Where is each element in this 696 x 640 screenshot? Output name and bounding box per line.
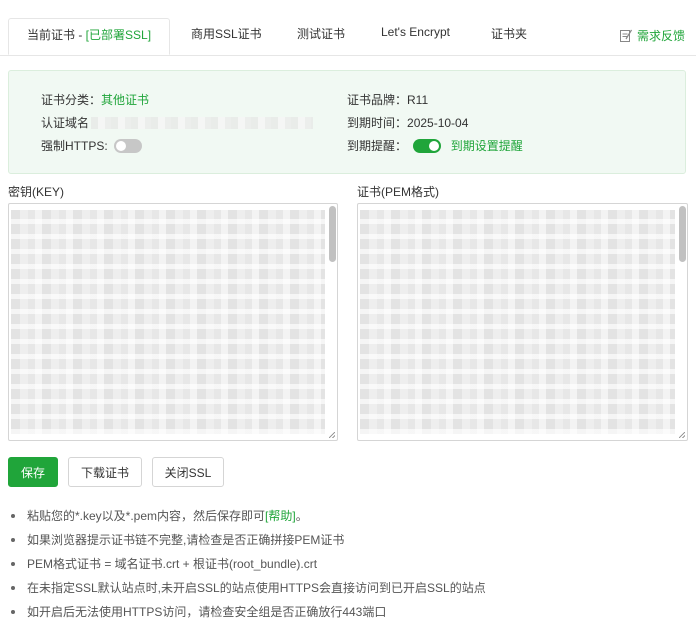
bullet-icon bbox=[11, 586, 15, 590]
tab-current-certificate[interactable]: 当前证书 - [已部署SSL] bbox=[8, 18, 170, 55]
force-https-toggle[interactable] bbox=[114, 139, 143, 153]
cert-scrollbar[interactable] bbox=[679, 206, 686, 262]
key-textarea[interactable] bbox=[8, 203, 338, 441]
feedback-link[interactable]: 需求反馈 bbox=[620, 27, 685, 45]
tip-text: 在未指定SSL默认站点时,未开启SSL的站点使用HTTPS会直接访问到已开启SS… bbox=[27, 581, 486, 595]
certificate-brand: 证书品牌：R11 bbox=[347, 91, 428, 108]
toggle-knob bbox=[116, 141, 127, 151]
edit-icon bbox=[620, 29, 633, 45]
close-ssl-button[interactable]: 关闭SSL bbox=[152, 457, 224, 487]
expire-label: 到期时间： bbox=[347, 116, 408, 130]
domain-label: 认证域名 bbox=[41, 116, 90, 130]
domain-value-redacted bbox=[91, 117, 314, 129]
expire-remind-label: 到期提醒： bbox=[347, 139, 408, 153]
tip-text: 粘贴您的*.key以及*.pem内容，然后保存即可 bbox=[27, 509, 266, 523]
tip-tail: 。 bbox=[295, 509, 308, 523]
force-https-label: 强制HTTPS: bbox=[41, 139, 108, 153]
tips-list: 粘贴您的*.key以及*.pem内容，然后保存即可[帮助]。 如果浏览器提示证书… bbox=[8, 504, 486, 624]
resize-handle-icon[interactable] bbox=[329, 432, 335, 438]
expire-reminder: 到期提醒： 到期设置提醒 bbox=[347, 137, 523, 154]
cert-textarea[interactable] bbox=[357, 203, 688, 441]
tab-bar: 当前证书 - [已部署SSL] 商用SSL证书 测试证书 Let's Encry… bbox=[0, 0, 696, 56]
cert-content-redacted bbox=[360, 210, 675, 434]
tab-divider bbox=[0, 55, 696, 56]
tab-commercial-ssl[interactable]: 商用SSL证书 bbox=[191, 25, 262, 42]
certificate-category: 证书分类：其他证书 bbox=[41, 91, 149, 108]
download-certificate-button[interactable]: 下载证书 bbox=[68, 457, 142, 487]
tip-item: 在未指定SSL默认站点时,未开启SSL的站点使用HTTPS会直接访问到已开启SS… bbox=[8, 576, 486, 600]
certificate-domain: 认证域名 bbox=[41, 114, 314, 131]
category-value: 其他证书 bbox=[101, 93, 150, 107]
tip-text: PEM格式证书 = 域名证书.crt + 根证书(root_bundle).cr… bbox=[27, 557, 318, 571]
save-button[interactable]: 保存 bbox=[8, 457, 58, 487]
tip-item: 粘贴您的*.key以及*.pem内容，然后保存即可[帮助]。 bbox=[8, 504, 486, 528]
certificate-info-panel: 证书分类：其他证书 证书品牌：R11 认证域名 到期时间：2025-10-04 … bbox=[8, 70, 686, 174]
toggle-knob bbox=[429, 141, 440, 151]
tab-certificate-folder[interactable]: 证书夹 bbox=[491, 25, 527, 42]
cert-label: 证书(PEM格式) bbox=[357, 185, 439, 199]
tab-label: 当前证书 - bbox=[27, 28, 86, 42]
tip-text: 如开启后无法使用HTTPS访问，请检查安全组是否正确放行443端口 bbox=[27, 605, 387, 619]
category-label: 证书分类： bbox=[41, 93, 102, 107]
force-https: 强制HTTPS: bbox=[41, 137, 143, 154]
deployed-badge: [已部署SSL] bbox=[85, 28, 152, 42]
bullet-icon bbox=[11, 538, 15, 542]
brand-label: 证书品牌： bbox=[347, 93, 408, 107]
expire-remind-settings-link[interactable]: 到期设置提醒 bbox=[451, 139, 523, 153]
resize-handle-icon[interactable] bbox=[679, 432, 685, 438]
tip-text: 如果浏览器提示证书链不完整,请检查是否正确拼接PEM证书 bbox=[27, 533, 345, 547]
bullet-icon bbox=[11, 610, 15, 614]
bullet-icon bbox=[11, 562, 15, 566]
expire-remind-toggle[interactable] bbox=[413, 139, 442, 153]
tip-item: PEM格式证书 = 域名证书.crt + 根证书(root_bundle).cr… bbox=[8, 552, 486, 576]
tab-lets-encrypt[interactable]: Let's Encrypt bbox=[381, 25, 450, 39]
key-content-redacted bbox=[11, 210, 325, 434]
help-link[interactable]: [帮助] bbox=[265, 509, 296, 523]
tip-item: 如开启后无法使用HTTPS访问，请检查安全组是否正确放行443端口 bbox=[8, 600, 486, 624]
certificate-expiry: 到期时间：2025-10-04 bbox=[347, 114, 468, 131]
key-label: 密钥(KEY) bbox=[8, 185, 65, 199]
key-scrollbar[interactable] bbox=[329, 206, 336, 262]
tab-test-certificate[interactable]: 测试证书 bbox=[297, 25, 345, 42]
feedback-label: 需求反馈 bbox=[637, 29, 686, 43]
bullet-icon bbox=[11, 514, 15, 518]
brand-value: R11 bbox=[407, 93, 429, 107]
expire-value: 2025-10-04 bbox=[407, 116, 469, 130]
tip-item: 如果浏览器提示证书链不完整,请检查是否正确拼接PEM证书 bbox=[8, 528, 486, 552]
